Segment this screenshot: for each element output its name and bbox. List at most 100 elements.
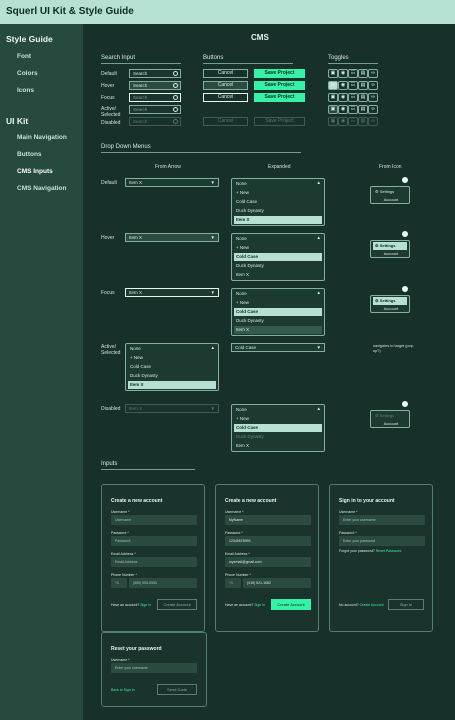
dropdown-option[interactable]: + New (128, 354, 216, 362)
dropdown-option[interactable]: + New (234, 244, 322, 252)
cancel-button-default[interactable]: Cancel (203, 69, 248, 78)
dropdown-option[interactable]: Duck Dynasty (128, 372, 216, 380)
create-account-button[interactable]: Create Account (271, 599, 311, 610)
sign-in-link[interactable]: Sign in (140, 603, 151, 607)
password-field[interactable]: 12345678999 (225, 536, 311, 546)
sign-in-link[interactable]: Sign in (254, 603, 265, 607)
toggle-grid-icon-default[interactable]: ▣ (328, 69, 338, 78)
sidebar-section-style-guide[interactable]: Style Guide (6, 34, 53, 44)
dropdown-option[interactable]: + New (234, 189, 322, 197)
dropdown-option[interactable]: Duck Dynasty (234, 207, 322, 215)
toggle-grid-icon-active[interactable]: ▣ (328, 105, 338, 114)
dropdown-option[interactable]: None (234, 406, 322, 414)
dropdown-option[interactable]: None (234, 180, 322, 188)
dropdown-default[interactable]: Item X ▼ (125, 178, 219, 187)
toggle-calendar-icon-hover[interactable]: ▤ (358, 81, 368, 90)
dropdown-option-selected[interactable]: Cold Case (234, 424, 322, 432)
username-field[interactable]: MyName (225, 515, 311, 525)
dropdown-option[interactable]: None (234, 290, 322, 298)
toggle-people-icon-focus[interactable]: ☷ (348, 93, 358, 102)
user-menu-settings[interactable]: ⚙ Settings (373, 242, 407, 250)
toggle-calendar-icon-focus[interactable]: ▤ (358, 93, 368, 102)
user-menu-settings[interactable]: ⚙ Settings (373, 188, 407, 196)
user-icon[interactable] (402, 177, 408, 183)
dropdown-option[interactable]: Item X (234, 442, 322, 450)
sidebar-item-main-navigation[interactable]: Main Navigation (17, 134, 67, 141)
toggle-grid-icon-hover[interactable]: ▣ (328, 81, 338, 90)
toggle-map-pin-icon-active[interactable]: ◉ (338, 105, 348, 114)
dropdown-option[interactable]: Duck Dynasty (234, 262, 322, 270)
cancel-button-focus[interactable]: Cancel (203, 93, 248, 102)
email-field[interactable]: myemail@gmail.com (225, 557, 311, 567)
user-menu-disabled[interactable]: ⚙ Settings Account (370, 410, 410, 428)
save-project-button-focus[interactable]: Save Project (254, 93, 305, 102)
dropdown-option[interactable]: + New (234, 415, 322, 423)
user-menu-account[interactable]: Account (373, 420, 407, 428)
dropdown-option[interactable]: Duck Dynasty (234, 433, 322, 441)
dropdown-option[interactable]: Cold Case (128, 363, 216, 371)
dropdown-expanded-panel[interactable]: ▲ None + New Cold Case Duck Dynasty Item X (231, 178, 325, 226)
user-menu-settings[interactable]: ⚙ Settings (373, 297, 407, 305)
sidebar-item-font[interactable]: Font (17, 53, 31, 60)
user-menu-account[interactable]: Account (373, 196, 407, 204)
user-menu-hover[interactable]: ⚙ Settings Account (370, 240, 410, 258)
toggle-grid-icon-focus[interactable]: ▣ (328, 93, 338, 102)
username-field[interactable]: Enter your username (339, 515, 425, 525)
sidebar-section-ui-kit[interactable]: UI Kit (6, 116, 28, 126)
dropdown-expanded-panel[interactable]: ▲ None + New Cold Case Duck Dynasty Item X (231, 233, 325, 281)
sidebar-item-buttons[interactable]: Buttons (17, 151, 42, 158)
toggle-people-icon-hover[interactable]: ☷ (348, 81, 358, 90)
dropdown-hover[interactable]: Item X ▼ (125, 233, 219, 242)
save-project-button-default[interactable]: Save Project (254, 69, 305, 78)
username-field[interactable]: Username (111, 515, 197, 525)
user-icon[interactable] (402, 286, 408, 292)
user-icon[interactable] (402, 231, 408, 237)
toggle-map-pin-icon-focus[interactable]: ◉ (338, 93, 348, 102)
phone-code-select[interactable]: +1 (111, 578, 127, 588)
dropdown-option-selected[interactable]: Item X (234, 216, 322, 224)
dropdown-option[interactable]: Duck Dynasty (234, 317, 322, 325)
toggle-people-icon-default[interactable]: ☷ (348, 69, 358, 78)
sidebar-item-cms-navigation[interactable]: CMS Navigation (17, 185, 66, 192)
search-input-active[interactable]: Search (129, 105, 181, 114)
search-input-default[interactable]: Search (129, 69, 181, 78)
dropdown-option[interactable]: None (128, 345, 216, 353)
save-project-button-hover[interactable]: Save Project (254, 81, 305, 90)
dropdown-option-selected[interactable]: Item X (128, 381, 216, 389)
toggle-people-icon-active[interactable]: ☷ (348, 105, 358, 114)
back-to-sign-in-link[interactable]: Back to Sign In (111, 688, 135, 692)
password-field[interactable]: Password (111, 536, 197, 546)
dropdown-expanded-active[interactable]: Cold Case ▼ (231, 343, 325, 352)
sidebar-item-cms-inputs[interactable]: CMS Inputs (17, 168, 53, 175)
cancel-button-hover[interactable]: Cancel (203, 81, 248, 90)
sidebar-item-icons[interactable]: Icons (17, 87, 34, 94)
user-menu-default[interactable]: ⚙ Settings Account (370, 186, 410, 204)
toggle-map-pin-icon-default[interactable]: ◉ (338, 69, 348, 78)
dropdown-expanded-panel[interactable]: ▲ None + New Cold Case Duck Dynasty Item X (231, 404, 325, 452)
dropdown-option[interactable]: Cold Case (234, 198, 322, 206)
dropdown-option[interactable]: None (234, 235, 322, 243)
username-field[interactable]: Enter your username (111, 663, 197, 673)
sidebar-item-colors[interactable]: Colors (17, 70, 38, 77)
user-menu-account[interactable]: Account (373, 305, 407, 313)
password-field[interactable]: Enter your password (339, 536, 425, 546)
toggle-link-icon-focus[interactable]: ∞ (368, 93, 378, 102)
dropdown-expanded-panel[interactable]: ▲ None + New Cold Case Duck Dynasty Item X (231, 288, 325, 336)
toggle-link-icon-default[interactable]: ∞ (368, 69, 378, 78)
dropdown-focus[interactable]: Item X ▼ (125, 288, 219, 297)
phone-field[interactable]: (555) 555-5555 (129, 578, 197, 588)
user-icon[interactable] (402, 401, 408, 407)
email-field[interactable]: Email Address (111, 557, 197, 567)
dropdown-active-panel[interactable]: None + New Cold Case Duck Dynasty Item X… (125, 343, 219, 391)
phone-field[interactable]: (415) 521-1682 (243, 578, 311, 588)
toggle-calendar-icon-active[interactable]: ▤ (358, 105, 368, 114)
search-input-focus[interactable]: Search (129, 93, 181, 102)
reset-password-link[interactable]: Reset Password (376, 549, 401, 553)
toggle-calendar-icon-default[interactable]: ▤ (358, 69, 368, 78)
dropdown-option-selected[interactable]: Cold Case (234, 308, 322, 316)
dropdown-option[interactable]: + New (234, 299, 322, 307)
user-menu-account[interactable]: Account (373, 250, 407, 258)
user-menu-settings[interactable]: ⚙ Settings (373, 412, 407, 420)
toggle-map-pin-icon-hover[interactable]: ◉ (338, 81, 348, 90)
dropdown-option[interactable]: Item X (234, 326, 322, 334)
